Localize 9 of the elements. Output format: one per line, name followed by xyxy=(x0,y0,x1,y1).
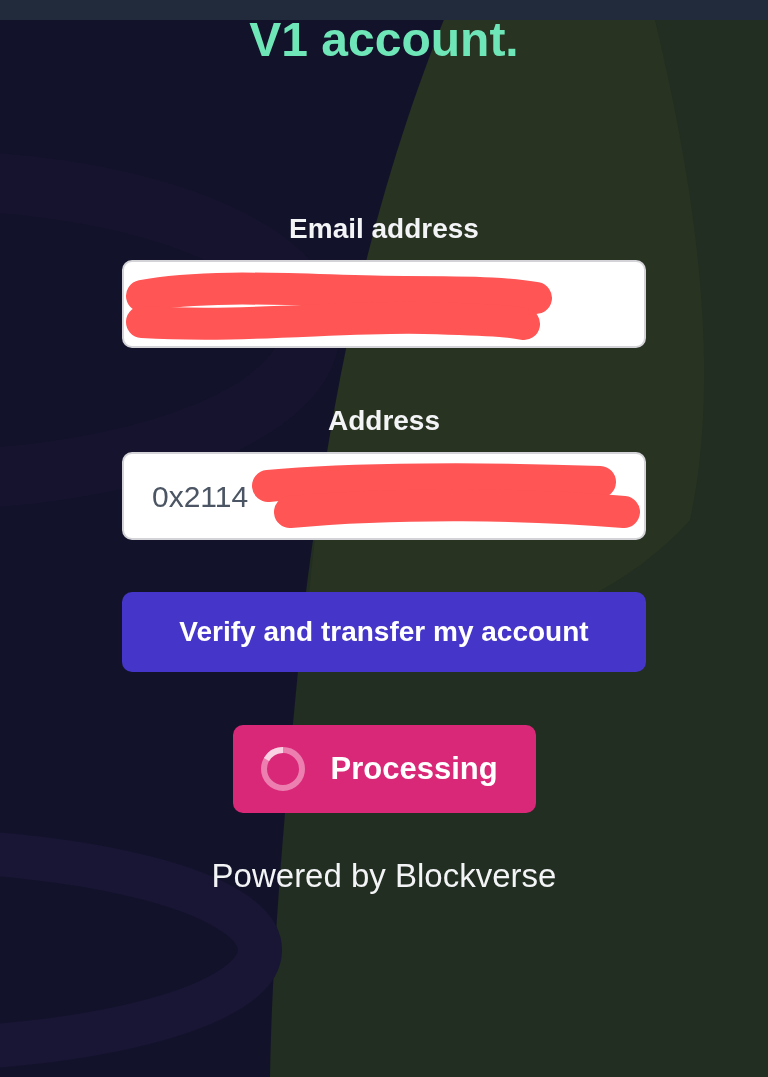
email-field[interactable] xyxy=(122,260,646,348)
powered-by-text: Powered by Blockverse xyxy=(211,858,557,894)
processing-button[interactable]: Processing xyxy=(232,725,536,813)
address-field[interactable]: 0x2114 xyxy=(122,452,646,540)
field-label: Address xyxy=(327,404,440,438)
field-label: Email address xyxy=(289,212,479,246)
page-heading: V1 account. xyxy=(249,20,519,60)
spinner-icon xyxy=(260,747,305,791)
verify-button[interactable]: Verify and transfer my account xyxy=(122,592,646,672)
